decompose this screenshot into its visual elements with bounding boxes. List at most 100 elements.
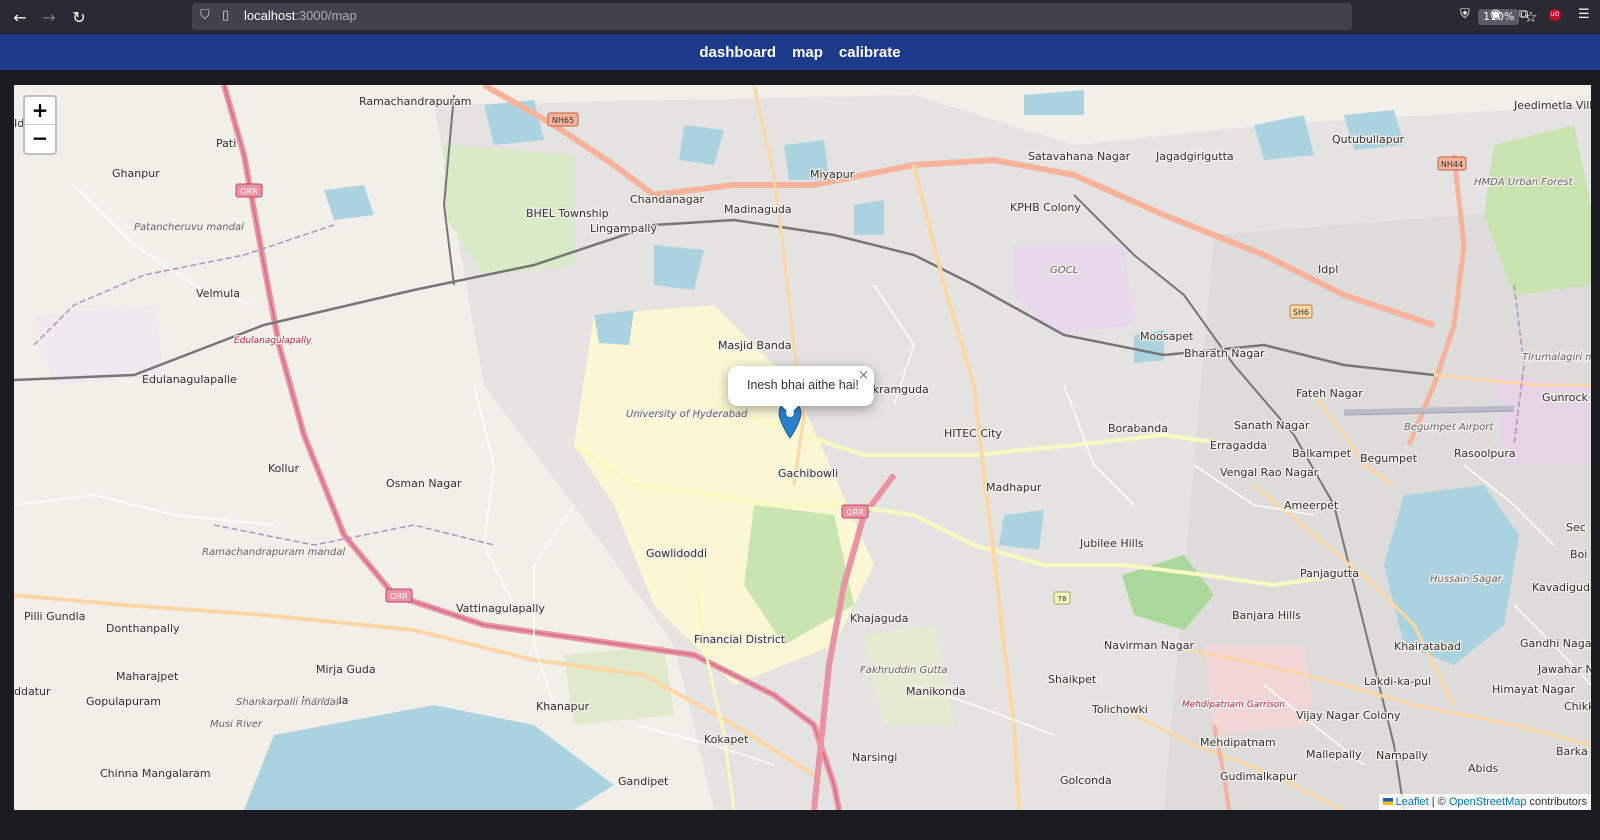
svg-text:NH65: NH65 bbox=[552, 116, 574, 125]
map-place-label: Madhapur bbox=[986, 481, 1042, 494]
back-icon[interactable]: ← bbox=[8, 5, 32, 29]
ublock-icon[interactable]: uO bbox=[1549, 9, 1561, 21]
map-place-label: BHEL Township bbox=[526, 207, 609, 220]
marker-popup: Inesh bhai aithe hai! × bbox=[728, 366, 874, 406]
map-place-label: Ghanpur bbox=[112, 167, 160, 180]
map-place-label: Donthanpally bbox=[106, 622, 180, 635]
leaflet-link[interactable]: Leaflet bbox=[1396, 796, 1429, 808]
map-place-label: Golconda bbox=[1060, 774, 1112, 787]
map-place-label: Mallepally bbox=[1306, 748, 1362, 761]
map-place-label: Balkampet bbox=[1292, 447, 1352, 460]
map-place-label: Fakhruddin Gutta bbox=[860, 665, 948, 676]
map-place-label: Lakdi-ka-pul bbox=[1364, 675, 1431, 688]
map-place-label: Chikk bbox=[1564, 700, 1591, 713]
map-place-label: Maharajpet bbox=[116, 670, 179, 683]
shield-icon[interactable]: ⛉ bbox=[200, 8, 210, 23]
map-place-label: Begumpet Airport bbox=[1404, 422, 1494, 433]
map-place-label: Kollur bbox=[268, 462, 299, 475]
map-place-label: Navirman Nagar bbox=[1104, 639, 1194, 652]
svg-text:SH6: SH6 bbox=[1293, 308, 1309, 317]
osm-link[interactable]: OpenStreetMap bbox=[1449, 796, 1527, 808]
map-place-label: Gudimalkapur bbox=[1220, 770, 1298, 783]
map-place-label: Borabanda bbox=[1108, 422, 1168, 435]
forward-icon[interactable]: → bbox=[37, 5, 61, 29]
reload-icon[interactable]: ↻ bbox=[67, 5, 91, 29]
map-place-label: Bharath Nagar bbox=[1184, 347, 1265, 360]
map-place-label: ddatur bbox=[14, 685, 51, 698]
map-place-label: HMDA Urban Forest bbox=[1474, 177, 1574, 188]
page-footer-space bbox=[0, 811, 1600, 840]
map-place-label: Masjid Banda bbox=[718, 339, 792, 352]
map-place-label: Velmula bbox=[196, 287, 240, 300]
map-place-label: Tirumalagiri mandal bbox=[1522, 352, 1591, 363]
nav-map[interactable]: map bbox=[792, 44, 823, 61]
url-host: localhost bbox=[244, 8, 296, 23]
menu-icon[interactable]: ☰ bbox=[1578, 7, 1590, 22]
page-icon[interactable]: ▯ bbox=[222, 8, 229, 23]
attribution-separator: | © bbox=[1428, 796, 1449, 808]
map-place-label: Jubilee Hills bbox=[1079, 537, 1144, 550]
popup-text: Inesh bhai aithe hai! bbox=[747, 378, 859, 392]
map-place-label: Chandanagar bbox=[630, 193, 705, 206]
map-place-label: Tolichowki bbox=[1091, 703, 1148, 716]
ukraine-flag-icon bbox=[1382, 798, 1393, 805]
svg-text:78: 78 bbox=[1058, 595, 1067, 603]
map-place-label: Sanath Nagar bbox=[1234, 419, 1310, 432]
map-place-label: Gowlidoddi bbox=[646, 547, 707, 560]
map-place-label: Himayat Nagar bbox=[1492, 683, 1576, 696]
map-place-label: Gopulapuram bbox=[86, 695, 161, 708]
url-bar[interactable]: ⛉ ▯ localhost:3000/map 110% ☆ bbox=[192, 3, 1537, 30]
map-place-label: Moosapet bbox=[1140, 330, 1194, 343]
extensions-icon[interactable]: ⧉ bbox=[1519, 7, 1528, 22]
map-container[interactable]: ORR ORR ORR NH65 NH44 SH6 78 Ramachandra… bbox=[14, 85, 1591, 810]
popup-close-button[interactable]: × bbox=[858, 368, 869, 383]
map-place-label: Mirja Guda bbox=[316, 663, 376, 676]
map-place-label: HITEC City bbox=[944, 427, 1002, 440]
svg-text:ORR: ORR bbox=[240, 187, 258, 196]
map-place-label: Begumpet bbox=[1360, 452, 1418, 465]
map-place-label: Shankarpalli mandal bbox=[236, 697, 339, 708]
map-place-label: Lingampally bbox=[590, 222, 657, 235]
app-nav: dashboard map calibrate bbox=[0, 34, 1600, 70]
map-place-label: Satavahana Nagar bbox=[1028, 150, 1131, 163]
map-place-label: Idpl bbox=[1318, 263, 1338, 276]
browser-toolbar: ← → ↻ ⛉ ▯ localhost:3000/map 110% ☆ ⛨ ◉ … bbox=[0, 0, 1600, 33]
map-place-label: Edulanagulapally bbox=[234, 336, 312, 346]
zoom-out-button[interactable]: − bbox=[25, 125, 55, 152]
zoom-control: + − bbox=[23, 95, 57, 155]
map-place-label: Madinaguda bbox=[724, 203, 792, 216]
nav-calibrate[interactable]: calibrate bbox=[839, 44, 901, 61]
map-place-label: Vengal Rao Nagar bbox=[1220, 466, 1319, 479]
map-place-label: Fateh Nagar bbox=[1296, 387, 1363, 400]
map-place-label: Abids bbox=[1468, 762, 1499, 775]
pocket-icon[interactable]: ⛨ bbox=[1460, 7, 1470, 22]
map-place-label: Miyapur bbox=[810, 168, 855, 181]
map-place-label: Mehdipatnam bbox=[1200, 736, 1276, 749]
map-place-label: Gandipet bbox=[618, 775, 669, 788]
account-icon[interactable]: ◉ bbox=[1490, 7, 1501, 22]
map-place-label: Jawahar Na bbox=[1537, 663, 1591, 676]
map-place-label: Sec bbox=[1566, 521, 1586, 534]
map-place-label: KPHB Colony bbox=[1010, 201, 1081, 214]
map-place-label: Ramachandrapuram bbox=[359, 95, 472, 108]
map-place-label: Pati bbox=[216, 137, 236, 150]
map-place-label: Kavadiguda bbox=[1532, 581, 1591, 594]
map-place-label: University of Hyderabad bbox=[626, 409, 748, 420]
map-place-label: Gandhi Nagar bbox=[1520, 637, 1591, 650]
map-place-label: Nampally bbox=[1376, 749, 1429, 762]
map-tiles[interactable]: ORR ORR ORR NH65 NH44 SH6 78 Ramachandra… bbox=[14, 85, 1591, 810]
map-place-label: Jeedimetla Village bbox=[1513, 99, 1591, 112]
map-place-label: Khajaguda bbox=[850, 612, 908, 625]
map-place-label: Chinna Mangalaram bbox=[100, 767, 211, 780]
url-text[interactable]: localhost:3000/map bbox=[244, 8, 357, 23]
map-place-label: Ramachandrapuram mandal bbox=[202, 547, 345, 558]
svg-text:NH44: NH44 bbox=[1441, 160, 1463, 169]
map-place-label: Ameerpet bbox=[1284, 499, 1339, 512]
zoom-in-button[interactable]: + bbox=[25, 97, 55, 125]
map-place-label: Banjara Hills bbox=[1232, 609, 1301, 622]
map-place-label: Mehdipatnam Garrison bbox=[1182, 700, 1285, 710]
nav-dashboard[interactable]: dashboard bbox=[699, 44, 776, 61]
svg-text:ORR: ORR bbox=[390, 592, 408, 601]
map-place-label: Patancheruvu mandal bbox=[134, 222, 244, 233]
map-place-label: Osman Nagar bbox=[386, 477, 462, 490]
